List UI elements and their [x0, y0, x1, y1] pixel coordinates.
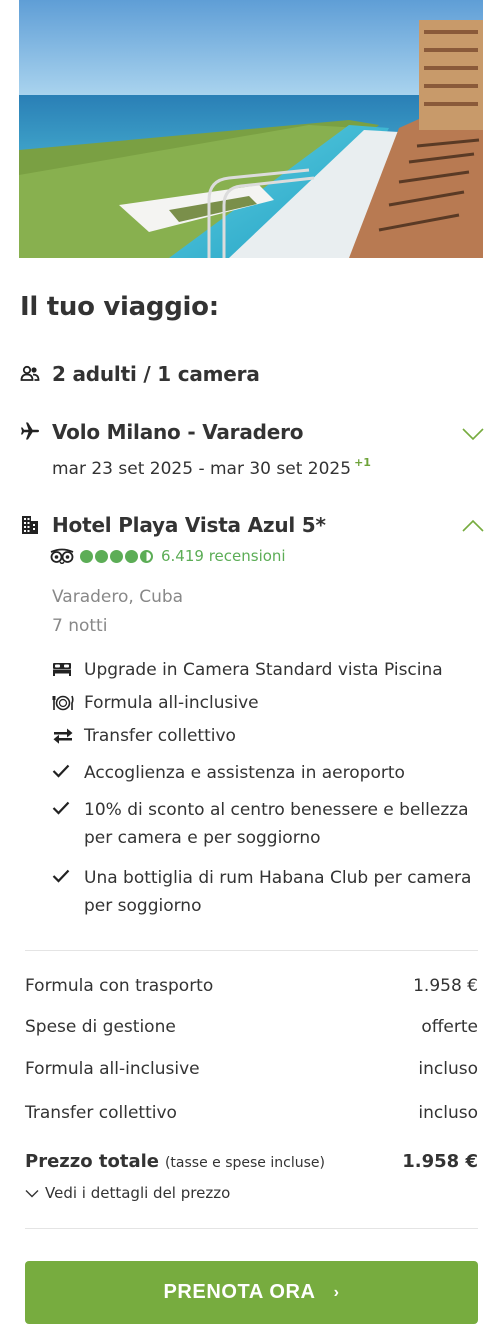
hotel-photo	[19, 0, 483, 258]
check-icon	[52, 764, 70, 778]
price-value: incluso	[418, 1103, 478, 1123]
price-label: Formula con trasporto	[25, 976, 214, 996]
hotel-rating: 6.419 recensioni	[50, 546, 286, 566]
feature-item: Upgrade in Camera Standard vista Piscina	[52, 659, 472, 684]
book-now-label: PRENOTA ORA	[163, 1281, 316, 1303]
price-row: Formula all-inclusive incluso	[25, 1059, 478, 1079]
feature-text: Una bottiglia di rum Habana Club per cam…	[84, 868, 472, 916]
divider	[25, 1228, 478, 1229]
price-row: Spese di gestione offerte	[25, 1017, 478, 1037]
rating-bubble	[95, 549, 108, 563]
feature-text: Transfer collettivo	[84, 726, 236, 746]
hotel-nights: 7 notti	[52, 616, 108, 636]
total-label: Prezzo totale	[25, 1151, 159, 1172]
price-value: 1.958 €	[413, 976, 478, 996]
chevron-down-icon	[25, 1189, 39, 1197]
check-icon	[52, 869, 70, 883]
price-details-link[interactable]: Vedi i dettagli del prezzo	[25, 1184, 230, 1202]
hotel-title: Hotel Playa Vista Azul 5*	[52, 513, 326, 537]
rating-bubble	[110, 549, 123, 563]
trip-title: Il tuo viaggio:	[20, 292, 219, 322]
feature-item: Formula all-inclusive	[52, 692, 472, 717]
guests-summary: 2 adulti / 1 camera	[52, 362, 260, 386]
price-details-label: Vedi i dettagli del prezzo	[45, 1184, 231, 1202]
total-label-group: Prezzo totale (tasse e spese incluse)	[25, 1151, 325, 1172]
feature-text: Accoglienza e assistenza in aeroporto	[84, 763, 405, 783]
flight-dates-text: mar 23 set 2025 - mar 30 set 2025	[52, 459, 352, 479]
transfer-arrows-icon	[53, 728, 73, 744]
rating-bubble	[140, 549, 153, 563]
rating-bubble	[125, 549, 138, 563]
divider	[25, 950, 478, 951]
plate-cutlery-icon	[52, 695, 74, 711]
rating-bubble	[80, 549, 93, 563]
feature-item: Transfer collettivo	[52, 725, 472, 750]
chevron-up-icon[interactable]	[462, 519, 484, 533]
feature-item: Accoglienza e assistenza in aeroporto	[52, 762, 472, 787]
building-icon	[22, 516, 38, 534]
feature-text: Upgrade in Camera Standard vista Piscina	[84, 660, 443, 680]
price-value: offerte	[421, 1017, 478, 1037]
feature-text: Formula all-inclusive	[84, 693, 259, 713]
airplane-icon	[21, 422, 39, 440]
price-row: Transfer collettivo incluso	[25, 1103, 478, 1123]
feature-text: 10% di sconto al centro benessere e bell…	[84, 800, 469, 848]
reviews-link[interactable]: 6.419 recensioni	[161, 547, 286, 565]
total-note: (tasse e spese incluse)	[164, 1155, 325, 1171]
book-now-button[interactable]: PRENOTA ORA ›	[25, 1261, 478, 1324]
price-label: Formula all-inclusive	[25, 1059, 200, 1079]
flight-title: Volo Milano - Varadero	[52, 420, 304, 444]
check-icon	[52, 801, 70, 815]
price-label: Spese di gestione	[25, 1017, 176, 1037]
people-icon	[20, 365, 40, 381]
price-row: Formula con trasporto 1.958 €	[25, 976, 478, 996]
day-offset: +1	[354, 456, 371, 469]
rating-bubbles	[80, 549, 155, 563]
feature-item: Una bottiglia di rum Habana Club per cam…	[52, 867, 472, 920]
total-value: 1.958 €	[402, 1151, 478, 1172]
chevron-right-icon: ›	[333, 1283, 340, 1301]
price-value: incluso	[418, 1059, 478, 1079]
price-label: Transfer collettivo	[25, 1103, 177, 1123]
feature-item: 10% di sconto al centro benessere e bell…	[52, 799, 472, 852]
total-price-row: Prezzo totale (tasse e spese incluse) 1.9…	[25, 1151, 478, 1172]
tripadvisor-owl-icon	[50, 548, 74, 564]
bed-icon	[53, 663, 71, 676]
flight-dates: mar 23 set 2025 - mar 30 set 2025 +1	[52, 456, 371, 479]
hotel-location: Varadero, Cuba	[52, 587, 184, 607]
chevron-down-icon[interactable]	[462, 427, 484, 441]
